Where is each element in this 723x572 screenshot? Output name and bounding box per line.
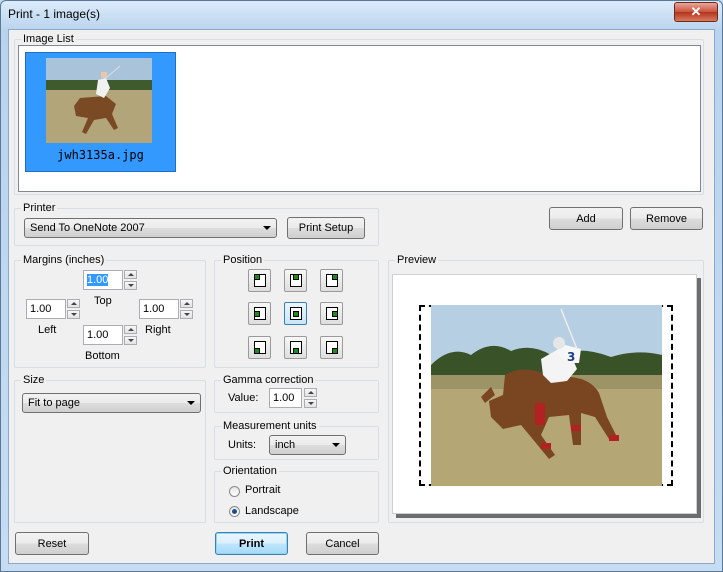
units-legend: Measurement units (223, 420, 317, 432)
position-center-button[interactable] (284, 302, 307, 325)
window-title: Print - 1 image(s) (8, 7, 101, 21)
position-bottom-center-button[interactable] (284, 336, 307, 359)
position-bottom-right-button[interactable] (320, 336, 343, 359)
position-legend: Position (223, 254, 263, 266)
margin-top-field[interactable]: 1.00 (83, 270, 123, 290)
size-legend: Size (23, 374, 45, 386)
margin-right-field[interactable]: 1.00 (139, 299, 179, 319)
margin-bottom-field[interactable]: 1.00 (83, 325, 123, 345)
printer-select-value: Send To OneNote 2007 (30, 222, 145, 234)
margin-left-spinner[interactable] (67, 299, 80, 319)
margin-right-spinner[interactable] (180, 299, 193, 319)
position-top-left-button[interactable] (248, 269, 271, 292)
printer-select[interactable]: Send To OneNote 2007 (24, 218, 277, 238)
position-middle-right-button[interactable] (320, 302, 343, 325)
close-button[interactable]: ✕ (674, 2, 718, 22)
preview-image: 3 (431, 305, 662, 486)
units-select-value: inch (275, 439, 296, 451)
margin-top-value: 1.00 (87, 274, 109, 286)
list-item[interactable]: jwh3135a.jpg (25, 52, 176, 172)
gamma-spinner[interactable] (304, 388, 317, 408)
list-item-filename: jwh3135a.jpg (57, 148, 144, 162)
position-top-right-button[interactable] (320, 269, 343, 292)
orientation-legend: Orientation (223, 465, 277, 477)
chevron-down-icon (332, 443, 340, 447)
reset-button[interactable]: Reset (15, 532, 89, 555)
size-select-value: Fit to page (28, 397, 80, 409)
margin-left-label: Left (38, 324, 57, 336)
landscape-label[interactable]: Landscape (245, 505, 299, 517)
margins-legend: Margins (inches) (23, 254, 105, 266)
units-select[interactable]: inch (269, 435, 346, 455)
portrait-label[interactable]: Portrait (245, 484, 280, 496)
preview-page: 3 (392, 274, 697, 514)
size-select[interactable]: Fit to page (22, 393, 201, 413)
margin-right-label: Right (145, 324, 171, 336)
cancel-button[interactable]: Cancel (306, 532, 379, 555)
chevron-down-icon (187, 401, 195, 405)
print-button[interactable]: Print (215, 532, 288, 555)
position-bottom-left-button[interactable] (248, 336, 271, 359)
units-label: Units: (228, 439, 257, 451)
preview-legend: Preview (397, 254, 437, 266)
print-setup-button[interactable]: Print Setup (287, 217, 365, 239)
svg-text:3: 3 (567, 350, 575, 364)
margin-top-label: Top (94, 295, 112, 307)
landscape-radio[interactable] (229, 506, 240, 517)
gamma-value-field[interactable]: 1.00 (269, 388, 302, 408)
portrait-radio[interactable] (229, 486, 240, 497)
close-icon: ✕ (690, 4, 702, 19)
margin-top-spinner[interactable] (124, 270, 137, 290)
margin-bottom-label: Bottom (85, 350, 120, 362)
margin-bottom-spinner[interactable] (124, 325, 137, 345)
chevron-down-icon (263, 226, 271, 230)
image-list[interactable]: jwh3135a.jpg (18, 45, 701, 192)
image-list-legend: Image List (23, 33, 74, 45)
gamma-value-label: Value: (228, 392, 259, 404)
thumbnail-image (46, 58, 152, 143)
add-button[interactable]: Add (549, 207, 623, 230)
margin-left-field[interactable]: 1.00 (26, 299, 66, 319)
position-middle-left-button[interactable] (248, 302, 271, 325)
printer-legend: Printer (23, 202, 56, 214)
remove-button[interactable]: Remove (630, 207, 703, 230)
position-top-center-button[interactable] (284, 269, 307, 292)
title-bar[interactable]: Print - 1 image(s) ✕ (0, 0, 723, 28)
gamma-legend: Gamma correction (223, 374, 314, 386)
